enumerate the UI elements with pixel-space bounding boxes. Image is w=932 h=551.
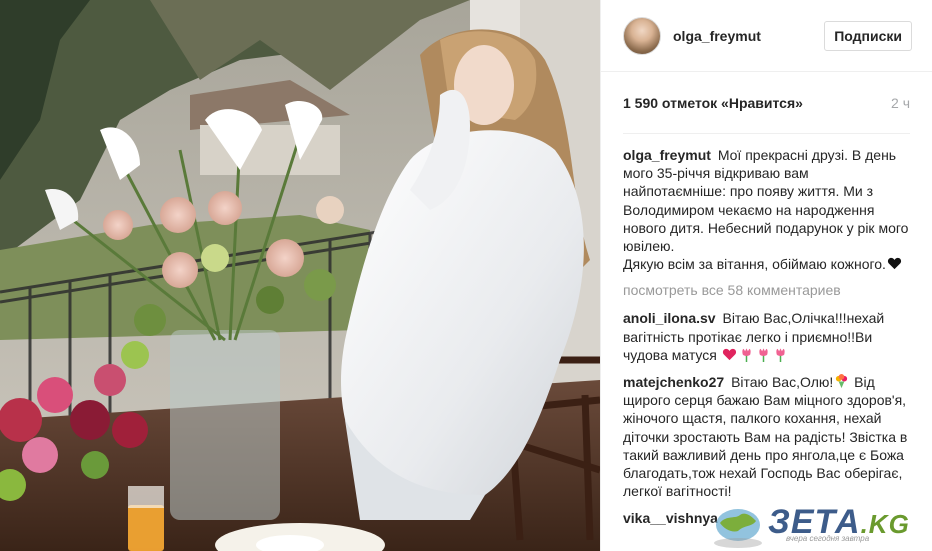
- photo-illustration: [0, 0, 600, 551]
- caption-text-2: Дякую всім за вітання, обіймаю кожного.: [623, 256, 886, 273]
- caption-username[interactable]: olga_freymut: [623, 147, 711, 163]
- post-photo[interactable]: [0, 0, 600, 551]
- timestamp[interactable]: 2 ч: [891, 95, 910, 111]
- caption: olga_freymut Мої прекрасні друзі. В день…: [623, 146, 910, 273]
- comment-text: Вітаю Вас,Олю!: [731, 374, 834, 391]
- comment-item: anoli_ilona.sv Вітаю Вас,Олічка!!!нехай …: [623, 309, 910, 364]
- comments-list: olga_freymut Мої прекрасні друзі. В день…: [601, 134, 932, 528]
- tulip-emoji-icon: [759, 348, 768, 362]
- red-heart-emoji-icon: [722, 348, 736, 360]
- comment-item: vika__vishnya: [623, 509, 910, 527]
- comment-item: matejchenko27 Вітаю Вас,Олю! Від щирого …: [623, 373, 910, 500]
- comment-username[interactable]: matejchenko27: [623, 374, 724, 390]
- caption-text: Мої прекрасні друзі. В день мого 35-річч…: [623, 147, 909, 255]
- bouquet-emoji-icon: [836, 374, 848, 389]
- following-button[interactable]: Подписки: [824, 20, 912, 51]
- view-all-comments-link[interactable]: посмотреть все 58 комментариев: [623, 282, 910, 298]
- post-header: olga_freymut Подписки: [601, 0, 932, 72]
- comment-username[interactable]: anoli_ilona.sv: [623, 310, 716, 326]
- avatar[interactable]: [623, 16, 661, 55]
- header-username[interactable]: olga_freymut: [673, 28, 824, 44]
- comment-text-continued: Від щирого серця бажаю Вам міцного здоро…: [623, 374, 908, 500]
- tulip-emoji-icon: [742, 348, 751, 362]
- comment-username[interactable]: vika__vishnya: [623, 510, 718, 526]
- likes-row: 1 590 отметок «Нравится» 2 ч: [623, 72, 910, 134]
- post-sidebar: olga_freymut Подписки 1 590 отметок «Нра…: [600, 0, 932, 551]
- likes-count[interactable]: 1 590 отметок «Нравится»: [623, 95, 803, 111]
- tulip-emoji-icon: [776, 348, 785, 362]
- black-heart-emoji-icon: [887, 258, 902, 270]
